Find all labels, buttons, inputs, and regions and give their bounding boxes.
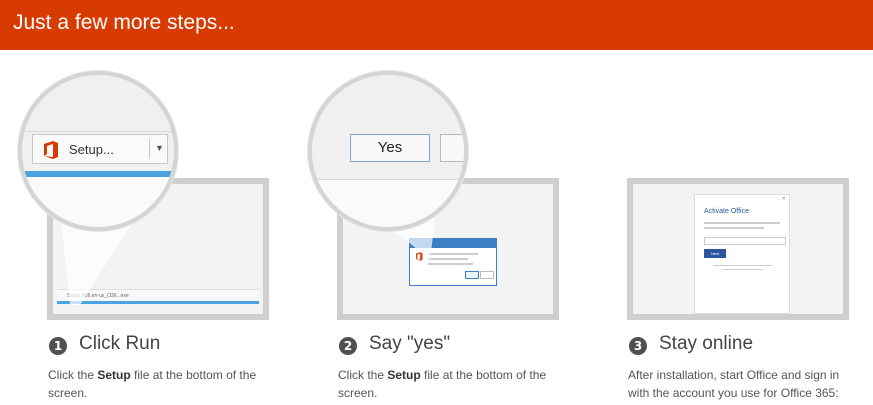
step-1: Setup.X86.en-us_O36...exe Setup... ▼ 1 C… [0,0,269,405]
step-desc-3: After installation, start Office and sig… [628,368,840,400]
no-button[interactable] [440,134,464,162]
setup-button-label: Setup... [69,142,114,157]
step-desc-2: Click the Setup file at the bottom of th… [338,368,547,400]
next-button: Next [704,249,726,258]
yes-button[interactable]: Yes [350,134,430,162]
email-field [704,237,786,245]
step-3-screen: ✕ Activate Office Next [627,178,849,320]
chevron-down-icon[interactable]: ▼ [155,143,164,153]
zoom-circle-2: Yes [308,71,468,231]
step-desc-1: Click the Setup file at the bottom of th… [48,368,257,400]
step-title-1: Click Run [79,333,161,354]
step-2: Yes 2 Say "yes" Click the Setup file at … [290,0,559,405]
step-number-2: 2 [339,337,357,355]
activate-office-dialog: ✕ Activate Office Next [694,194,790,314]
close-icon: ✕ [781,196,786,202]
zoom-circle-1: Setup... ▼ [18,71,178,231]
activate-dialog-title: Activate Office [704,208,750,215]
step-title-3: Stay online [659,333,754,354]
office-logo-icon [44,141,58,159]
setup-button[interactable]: Setup... ▼ [32,134,168,164]
step-number-3: 3 [629,337,647,355]
step-3: ✕ Activate Office Next 3 Stay online Aft… [580,0,849,405]
step-title-2: Say "yes" [369,333,451,354]
step-number-1: 1 [49,337,67,355]
